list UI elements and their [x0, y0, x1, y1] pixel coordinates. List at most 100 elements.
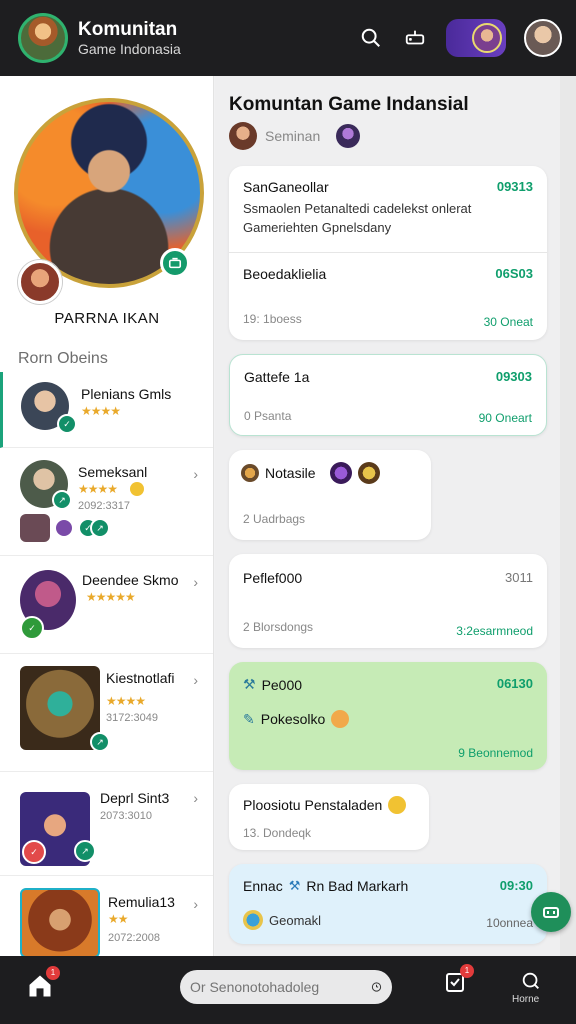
chevron-right-icon[interactable]: › [193, 672, 198, 688]
card-sub-number: 06S03 [495, 266, 533, 281]
card-subtitle: Beoedaklielia [243, 266, 327, 282]
game-rating: ★★ [108, 912, 128, 926]
card-meta: 0 Psanta [244, 409, 292, 423]
card-meta: 19: 1boess [243, 312, 302, 326]
card-title: Gattefe 1a [244, 369, 310, 385]
bottom-search-bar[interactable] [180, 970, 392, 1004]
member-avatar[interactable] [229, 122, 257, 150]
games-section-heading: Rorn Obeins [18, 350, 108, 367]
app-root: Komunitan Game Indonasia PARRNA IKAN Ror… [0, 0, 576, 1024]
share-icon: ↗ [90, 732, 110, 752]
game-list-item[interactable]: Remulia13 ★★ 2072:2008 › [0, 876, 213, 956]
game-date: 2072:2008 [108, 932, 160, 944]
card-number: 09:30 [499, 878, 533, 893]
globe-icon [243, 910, 263, 930]
game-mini-thumbnail [20, 514, 50, 542]
game-rating: ★★★★ [81, 404, 121, 418]
card-number: 3011 [505, 570, 533, 585]
card-header: Ploosiotu Penstaladen [243, 796, 407, 814]
verified-icon: ✓ [57, 414, 77, 434]
notes-button[interactable]: 1 [443, 964, 474, 996]
card-title-secondary: Rn Bad Markarh [306, 878, 409, 894]
profile-name: PARRNA IKAN [54, 310, 160, 327]
game-badge-icon[interactable] [160, 248, 190, 278]
party-button[interactable] [446, 19, 506, 57]
card-header: Notasile [241, 462, 380, 484]
feed-subtitle: Seminan [265, 128, 321, 144]
game-date: 2073:3010 [100, 810, 152, 822]
game-date: 2092:3317 [78, 500, 130, 512]
card-number: 06130 [496, 676, 533, 691]
card-title: Ennac [243, 878, 283, 894]
feed-card[interactable]: Ploosiotu Penstaladen 13. Dondeqk [229, 784, 429, 850]
chevron-right-icon[interactable]: › [193, 466, 198, 482]
feed-panel: Komuntan Game Indansial Seminan SanGaneo… [215, 76, 560, 956]
game-name: Kiestnotlafi [106, 670, 175, 686]
card-title: Peflef000 [243, 570, 303, 586]
header-titles: Komunitan Game Indonasia [78, 19, 181, 57]
game-name: Plenians Gmls [81, 386, 172, 402]
app-title: Komunitan [78, 19, 178, 41]
card-title: Ploosiotu Penstaladen [243, 797, 383, 813]
card-tag: 9 Beonnemod [458, 746, 533, 760]
profile-small-avatar[interactable] [18, 260, 62, 304]
chevron-right-icon[interactable]: › [193, 790, 198, 806]
party-avatar [472, 23, 502, 53]
search-icon [522, 972, 539, 989]
bottom-nav: 1 1 Horne [0, 956, 576, 1024]
search-icon[interactable] [358, 25, 384, 51]
card-number: 09303 [495, 369, 532, 384]
member-avatar [329, 462, 352, 484]
home-button[interactable]: 1 [26, 966, 60, 1002]
card-divider [229, 252, 547, 253]
game-name: Semeksanl [78, 464, 148, 480]
game-list-item[interactable]: ✓ Plenians Gmls ★★★★ [0, 372, 213, 448]
card-meta: 13. Dondeqk [243, 826, 312, 840]
feed-card[interactable]: SanGaneollar 09313 Ssmaolen Petanaltedi … [229, 166, 547, 340]
card-text: Gameriehten Gpnelsdany [243, 220, 392, 235]
tool-icon: ⚒ [243, 676, 256, 692]
game-rating: ★★★★ [106, 694, 146, 708]
game-date: 3172:3049 [106, 712, 158, 724]
game-list-item[interactable]: ↗ Semeksanl ★★★★ 2092:3317 › ✓ ↗ [0, 448, 213, 556]
card-tag: 90 Oneart [478, 411, 532, 425]
controller-fab-button[interactable] [531, 892, 571, 932]
member-avatar [357, 462, 380, 484]
leaf-icon: ✓ [20, 616, 44, 640]
game-name: Deendee Skmo [82, 572, 179, 588]
feed-card[interactable]: Notasile 2 Uadrbags [229, 450, 431, 540]
profile-button[interactable] [520, 970, 546, 996]
chevron-right-icon[interactable]: › [193, 574, 198, 590]
grin-icon [331, 710, 350, 728]
scroll-edge [560, 76, 576, 956]
feed-card[interactable]: Peflef000 3011 2 Blorsdongs 3:2esarmneod [229, 554, 547, 648]
card-text: Ssmaolen Petanaltedi cadelekst onlerat [243, 201, 472, 216]
chevron-right-icon[interactable]: › [193, 896, 198, 912]
game-rating: ★★★★ [78, 482, 118, 496]
card-tag: 3:2esarmneod [456, 624, 533, 638]
community-avatar[interactable] [18, 13, 68, 63]
search-input[interactable] [190, 979, 371, 995]
feed-card[interactable]: Ennac ⚒ Rn Bad Markarh 09:30 Geomakl 10o… [229, 864, 547, 944]
card-title: SanGaneollar [243, 179, 329, 195]
game-rating: ★★★★★ [86, 590, 136, 604]
member-avatar[interactable] [336, 124, 361, 148]
game-emblem-icon [241, 464, 259, 482]
player-mini-avatar [56, 520, 72, 536]
game-list-item[interactable]: ✓ Deendee Skmo ★★★★★ › [0, 556, 213, 654]
card-title: Notasile [265, 465, 316, 481]
smile-icon [130, 482, 144, 496]
app-subtitle: Game Indonasia [78, 40, 181, 57]
game-list-item[interactable]: ✓ ↗ Deprl Sint3 2073:3010 › [0, 772, 213, 876]
user-avatar[interactable] [524, 19, 562, 57]
game-thumbnail [20, 666, 100, 750]
feed-card[interactable]: Gattefe 1a 09303 0 Psanta 90 Oneart [229, 354, 547, 436]
left-panel: PARRNA IKAN Rorn Obeins ✓ Plenians Gmls … [0, 76, 214, 956]
controller-icon[interactable] [402, 25, 428, 51]
card-tag: 10onnea [486, 916, 533, 930]
feed-card[interactable]: ⚒ Pe000 06130 ✎ Pokesolko 9 Beonnemod [229, 662, 547, 770]
game-list-item[interactable]: ↗ Kiestnotlafi ★★★★ 3172:3049 › [0, 654, 213, 772]
clock-icon [371, 982, 382, 992]
tool-icon: ⚒ [288, 878, 301, 893]
profile-label: Horne [512, 994, 540, 1005]
